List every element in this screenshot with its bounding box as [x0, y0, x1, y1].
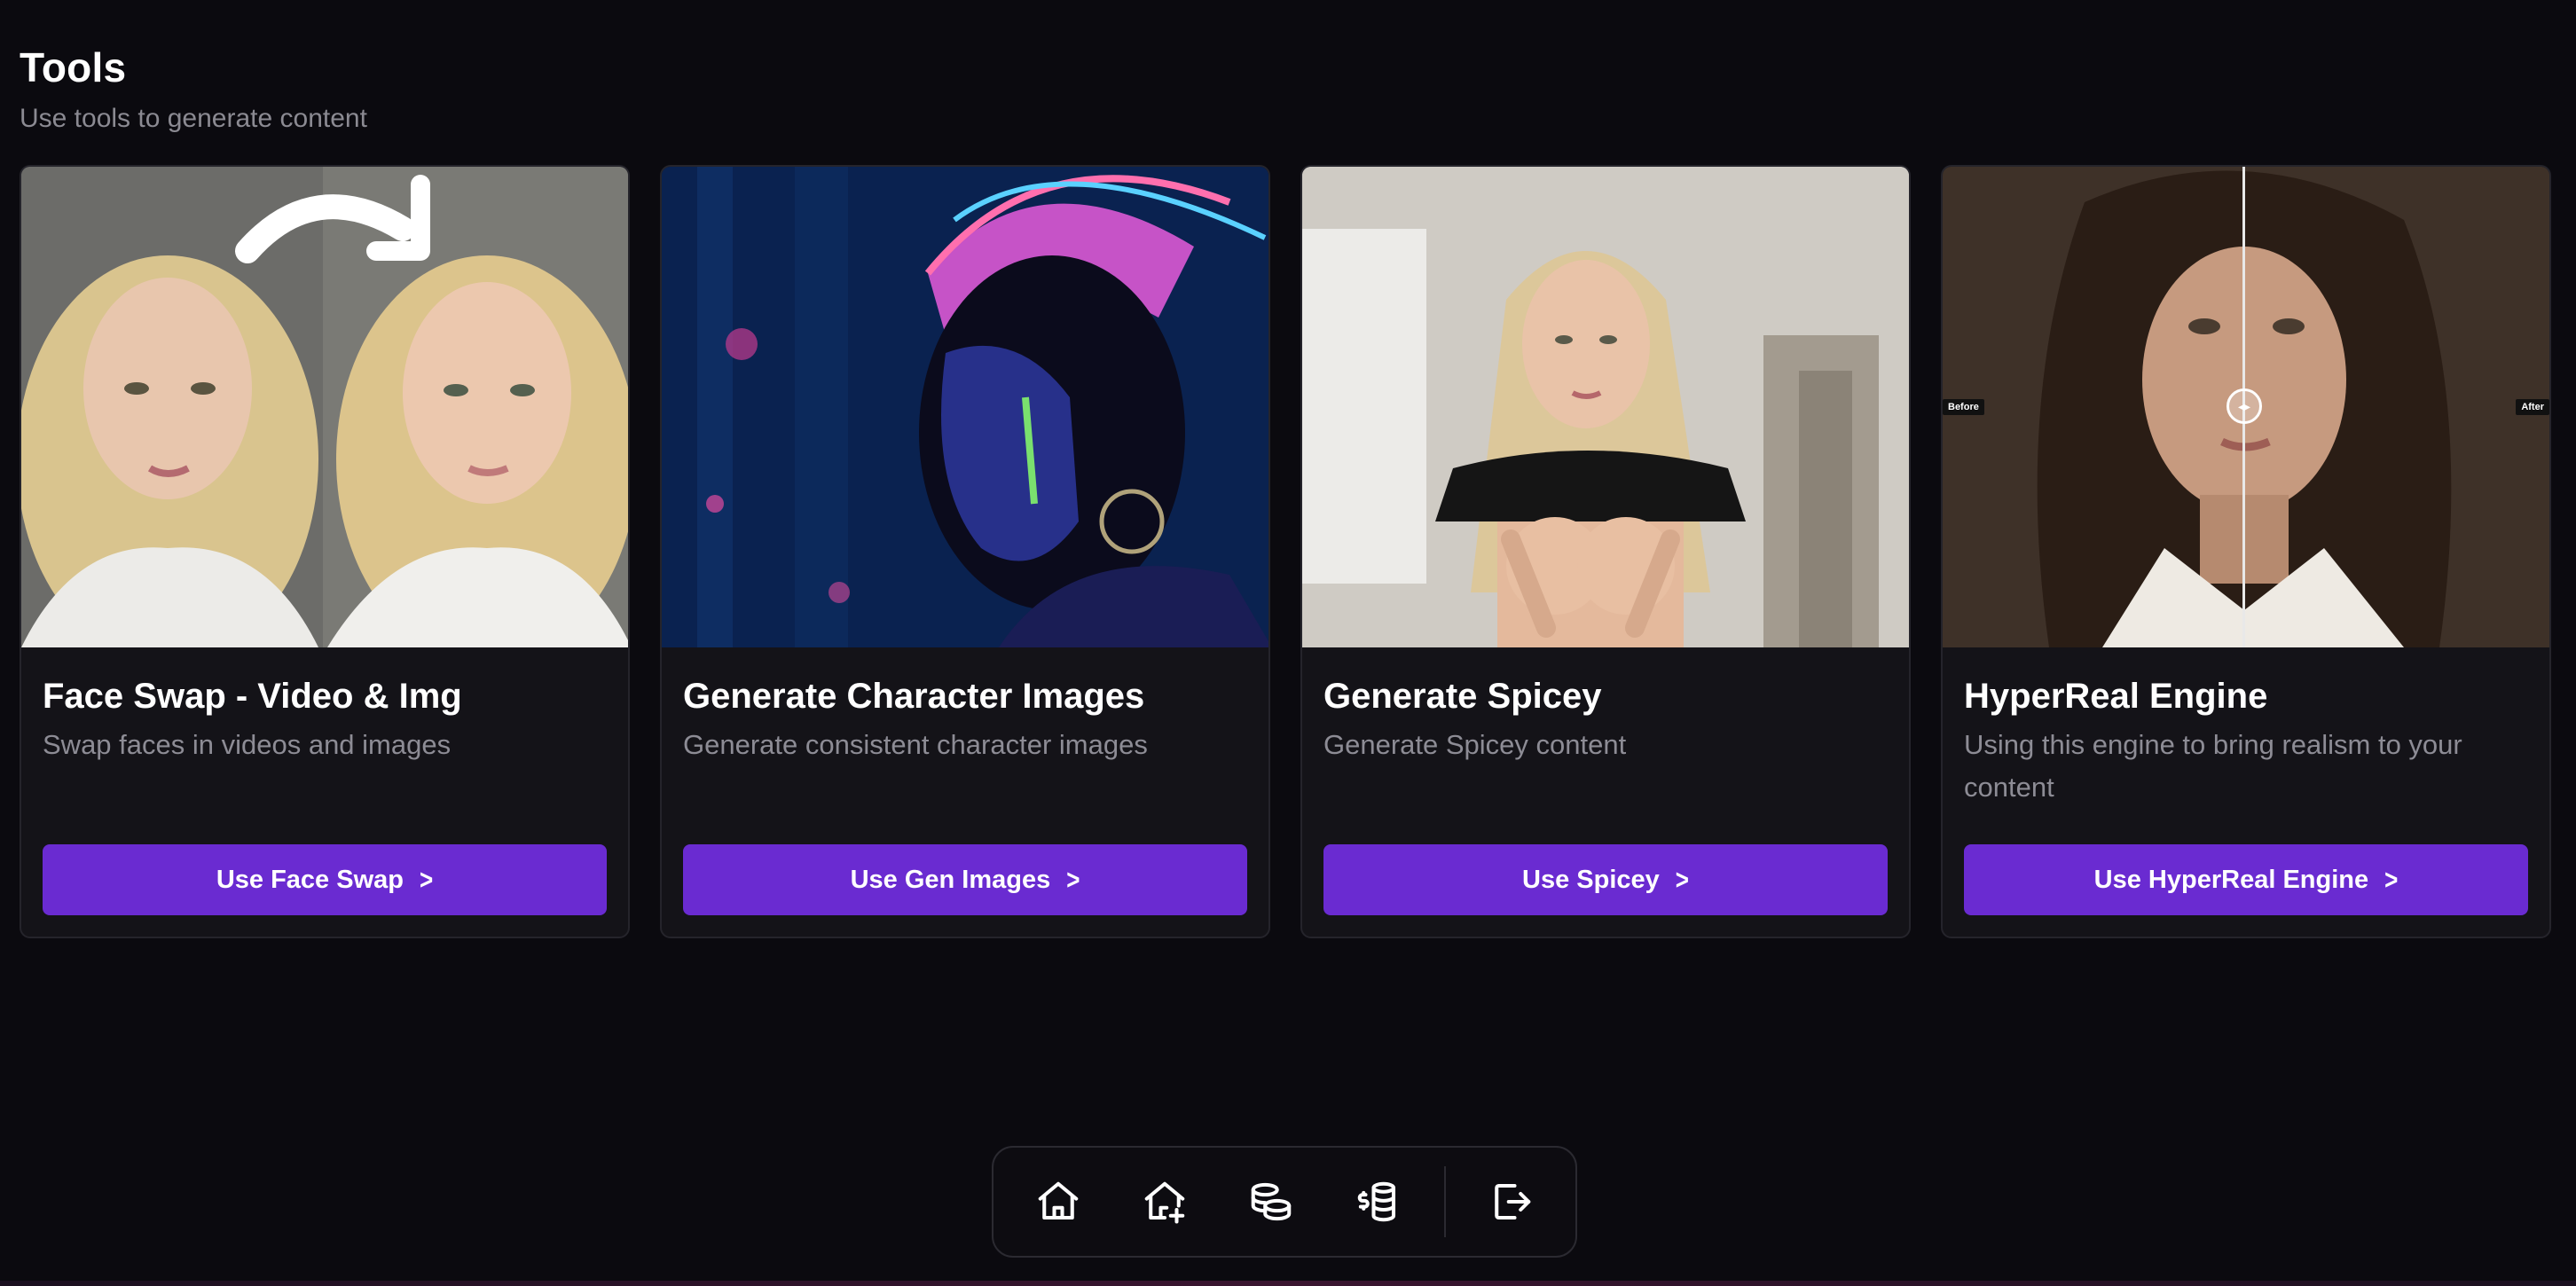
home-button[interactable]	[1025, 1168, 1091, 1235]
bottom-dock	[992, 1146, 1577, 1258]
tool-card-face-swap: Face Swap - Video & Img Swap faces in vi…	[20, 165, 630, 938]
page-subtitle: Use tools to generate content	[20, 104, 367, 133]
button-label: Use Spicey	[1522, 865, 1660, 894]
card-description: Swap faces in videos and images	[43, 729, 452, 760]
tool-card-spicey: Generate Spicey Generate Spicey content …	[1300, 165, 1911, 938]
use-spicey-button[interactable]: Use Spicey >	[1323, 844, 1888, 915]
face-swap-illustration	[21, 167, 628, 647]
use-gen-images-button[interactable]: Use Gen Images >	[683, 844, 1247, 915]
use-face-swap-button[interactable]: Use Face Swap >	[43, 844, 607, 915]
spicey-illustration	[1302, 167, 1909, 647]
coins-stack-icon	[1251, 1182, 1292, 1221]
dollar-coins-icon	[1357, 1181, 1396, 1222]
logout-button[interactable]	[1478, 1168, 1543, 1235]
before-after-comparison-image: ◂▸ Before After	[1943, 167, 2549, 647]
tool-card-hyperreal: ◂▸ Before After HyperReal Engine Using t…	[1941, 165, 2551, 938]
chevron-right-icon: >	[1675, 863, 1689, 896]
button-label: Use HyperReal Engine	[2093, 865, 2369, 894]
card-title: Generate Spicey	[1323, 677, 1602, 716]
spicey-preview-image	[1302, 167, 1909, 647]
button-label: Use Face Swap	[216, 865, 404, 894]
dock-separator	[1444, 1166, 1447, 1237]
chevron-right-icon: >	[419, 863, 434, 896]
card-description: Generate consistent character images	[683, 729, 1148, 760]
page-header: Tools Use tools to generate content	[20, 43, 367, 135]
card-description: Using this engine to bring realism to yo…	[1964, 729, 2462, 803]
card-title: Generate Character Images	[683, 677, 1145, 716]
page-title: Tools	[20, 44, 127, 90]
buy-credits-button[interactable]	[1345, 1168, 1410, 1235]
home-add-button[interactable]	[1132, 1168, 1198, 1235]
chevron-right-icon: >	[1066, 863, 1080, 896]
card-title: HyperReal Engine	[1964, 677, 2268, 716]
character-portrait-preview-image	[662, 167, 1268, 647]
home-add-icon	[1144, 1181, 1185, 1224]
tool-cards: Face Swap - Video & Img Swap faces in vi…	[20, 165, 2551, 938]
logout-icon	[1495, 1183, 1531, 1220]
tool-card-gen-images: Generate Character Images Generate consi…	[660, 165, 1270, 938]
character-illustration	[662, 167, 1268, 647]
card-title: Face Swap - Video & Img	[43, 677, 462, 716]
after-label: After	[2516, 399, 2549, 415]
chevron-right-icon: >	[2384, 863, 2399, 896]
use-hyperreal-engine-button[interactable]: Use HyperReal Engine >	[1964, 844, 2528, 915]
face-swap-preview-image	[21, 167, 628, 647]
coins-button[interactable]	[1238, 1168, 1304, 1235]
button-label: Use Gen Images	[850, 865, 1051, 894]
comparison-slider-handle-icon[interactable]: ◂▸	[2227, 388, 2262, 424]
home-icon	[1038, 1181, 1079, 1220]
tools-page: Tools Use tools to generate content Face…	[0, 0, 2576, 1286]
card-description: Generate Spicey content	[1323, 729, 1627, 760]
before-label: Before	[1943, 399, 1984, 415]
